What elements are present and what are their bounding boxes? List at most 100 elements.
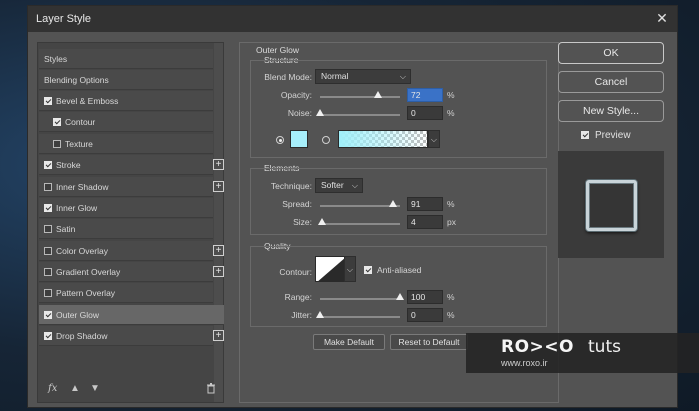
range-input[interactable]: 100 xyxy=(407,290,443,304)
gradient-picker-button[interactable]: ⌵ xyxy=(428,130,440,148)
chevron-down-icon: ⌵ xyxy=(346,265,353,274)
dialog-title: Layer Style xyxy=(36,13,92,25)
add-effect-plus-icon[interactable]: + xyxy=(213,266,224,277)
sidebar-item-blending-options[interactable]: Blending Options xyxy=(39,70,213,90)
add-effect-plus-icon[interactable]: + xyxy=(213,330,224,341)
checkbox-unchecked-icon[interactable] xyxy=(44,225,52,233)
sidebar-item-label: Stroke xyxy=(56,160,81,170)
trash-icon[interactable] xyxy=(206,383,216,397)
opacity-label: Opacity: xyxy=(280,90,312,100)
add-effect-plus-icon[interactable]: + xyxy=(213,245,224,256)
spread-slider[interactable] xyxy=(320,200,400,207)
fx-icon[interactable]: fx xyxy=(48,383,57,394)
sidebar-item-satin[interactable]: Satin xyxy=(39,219,213,239)
preview-label: Preview xyxy=(595,130,631,141)
chevron-down-icon: ⌵ xyxy=(399,72,406,81)
make-default-button[interactable]: Make Default xyxy=(313,334,385,350)
sidebar-item-label: Color Overlay xyxy=(56,246,108,256)
spread-slider-thumb[interactable] xyxy=(388,200,397,207)
sidebar-footer: fx ▲ ▼ xyxy=(48,383,224,397)
opacity-slider-thumb[interactable] xyxy=(373,91,382,98)
add-effect-plus-icon[interactable]: + xyxy=(213,159,224,170)
jitter-input[interactable]: 0 xyxy=(407,308,443,322)
jitter-slider-thumb[interactable] xyxy=(316,311,324,318)
jitter-unit: % xyxy=(447,310,455,320)
size-slider[interactable] xyxy=(318,218,400,225)
move-up-icon[interactable]: ▲ xyxy=(70,383,80,394)
size-slider-thumb[interactable] xyxy=(318,218,327,225)
sidebar-item-label: Bevel & Emboss xyxy=(56,96,119,106)
technique-dropdown[interactable]: Softer ⌵ xyxy=(315,178,363,193)
sidebar-item-pattern-overlay[interactable]: Pattern Overlay xyxy=(39,283,213,303)
contour-thumbnail[interactable] xyxy=(315,256,345,282)
checkbox-checked-icon[interactable] xyxy=(44,161,52,169)
checkbox-checked-icon[interactable] xyxy=(44,97,52,105)
new-style-button[interactable]: New Style... xyxy=(558,100,664,122)
watermark-tuts: tuts xyxy=(588,337,621,357)
gradient-radio[interactable] xyxy=(322,136,330,144)
checkbox-checked-icon[interactable] xyxy=(44,332,52,340)
sidebar-item-styles[interactable]: Styles xyxy=(39,49,213,69)
range-slider-thumb[interactable] xyxy=(396,293,404,300)
spread-input[interactable]: 91 xyxy=(407,197,443,211)
ok-button[interactable]: OK xyxy=(558,42,664,64)
style-preview xyxy=(558,151,664,258)
sidebar-item-label: Pattern Overlay xyxy=(56,288,116,298)
add-effect-plus-icon[interactable]: + xyxy=(213,181,224,192)
sidebar-item-outer-glow[interactable]: Outer Glow xyxy=(39,305,224,325)
chevron-down-icon: ⌵ xyxy=(351,181,358,190)
sidebar-item-label: Contour xyxy=(65,117,96,127)
glow-gradient-swatch[interactable] xyxy=(338,130,428,148)
close-icon[interactable]: ✕ xyxy=(655,11,669,25)
sidebar-item-stroke[interactable]: Stroke + xyxy=(39,155,224,175)
checkbox-checked-icon[interactable] xyxy=(44,311,52,319)
reset-to-default-button[interactable]: Reset to Default xyxy=(390,334,468,350)
sidebar-item-bevel-emboss[interactable]: Bevel & Emboss xyxy=(39,91,213,111)
cancel-button[interactable]: Cancel xyxy=(558,71,664,93)
opacity-input[interactable]: 72 xyxy=(407,88,443,102)
noise-unit: % xyxy=(447,108,455,118)
sidebar-item-gradient-overlay[interactable]: Gradient Overlay + xyxy=(39,262,224,282)
sidebar-item-texture[interactable]: Texture xyxy=(39,134,213,154)
sidebar-item-inner-shadow[interactable]: Inner Shadow + xyxy=(39,177,224,197)
jitter-slider[interactable] xyxy=(316,311,400,318)
spread-label: Spread: xyxy=(282,199,312,209)
checkbox-unchecked-icon[interactable] xyxy=(44,247,52,255)
size-unit: px xyxy=(447,217,456,227)
checkbox-checked-icon[interactable] xyxy=(44,204,52,212)
move-down-icon[interactable]: ▼ xyxy=(90,383,100,394)
solid-color-radio[interactable] xyxy=(276,136,284,144)
sidebar-item-color-overlay[interactable]: Color Overlay + xyxy=(39,241,224,261)
anti-aliased-checkbox[interactable] xyxy=(364,265,376,275)
noise-slider-thumb[interactable] xyxy=(316,109,324,116)
size-input[interactable]: 4 xyxy=(407,215,443,229)
sidebar-item-label: Blending Options xyxy=(44,75,109,85)
range-slider[interactable] xyxy=(320,293,404,300)
noise-input[interactable]: 0 xyxy=(407,106,443,120)
sidebar-item-inner-glow[interactable]: Inner Glow xyxy=(39,198,213,218)
preview-checkbox[interactable] xyxy=(581,130,593,140)
dialog-titlebar: Layer Style ✕ xyxy=(28,6,677,32)
checkbox-unchecked-icon[interactable] xyxy=(44,183,52,191)
checkbox-checked-icon[interactable] xyxy=(53,118,61,126)
anti-aliased-label: Anti-aliased xyxy=(377,265,422,275)
range-unit: % xyxy=(447,292,455,302)
range-label: Range: xyxy=(284,292,312,302)
glow-color-swatch[interactable] xyxy=(290,130,308,148)
contour-label: Contour: xyxy=(279,267,312,277)
blend-mode-dropdown[interactable]: Normal ⌵ xyxy=(315,69,411,84)
styles-sidebar: fx ▲ ▼ Styles Blending Options Bevel & Emb… xyxy=(37,42,224,403)
contour-picker-button[interactable]: ⌵ xyxy=(344,256,356,282)
sidebar-item-label: Outer Glow xyxy=(56,310,99,320)
checkbox-unchecked-icon[interactable] xyxy=(53,140,61,148)
checkbox-unchecked-icon[interactable] xyxy=(44,289,52,297)
noise-slider[interactable] xyxy=(316,109,400,116)
sidebar-item-contour[interactable]: Contour xyxy=(39,112,213,132)
sidebar-item-drop-shadow[interactable]: Drop Shadow + xyxy=(39,326,224,346)
sidebar-scrollbar[interactable] xyxy=(214,43,223,402)
checkbox-unchecked-icon[interactable] xyxy=(44,268,52,276)
sidebar-item-label: Drop Shadow xyxy=(56,331,108,341)
jitter-label: Jitter: xyxy=(291,310,312,320)
checkbox-checked-icon xyxy=(364,266,372,274)
opacity-slider[interactable] xyxy=(320,91,400,98)
